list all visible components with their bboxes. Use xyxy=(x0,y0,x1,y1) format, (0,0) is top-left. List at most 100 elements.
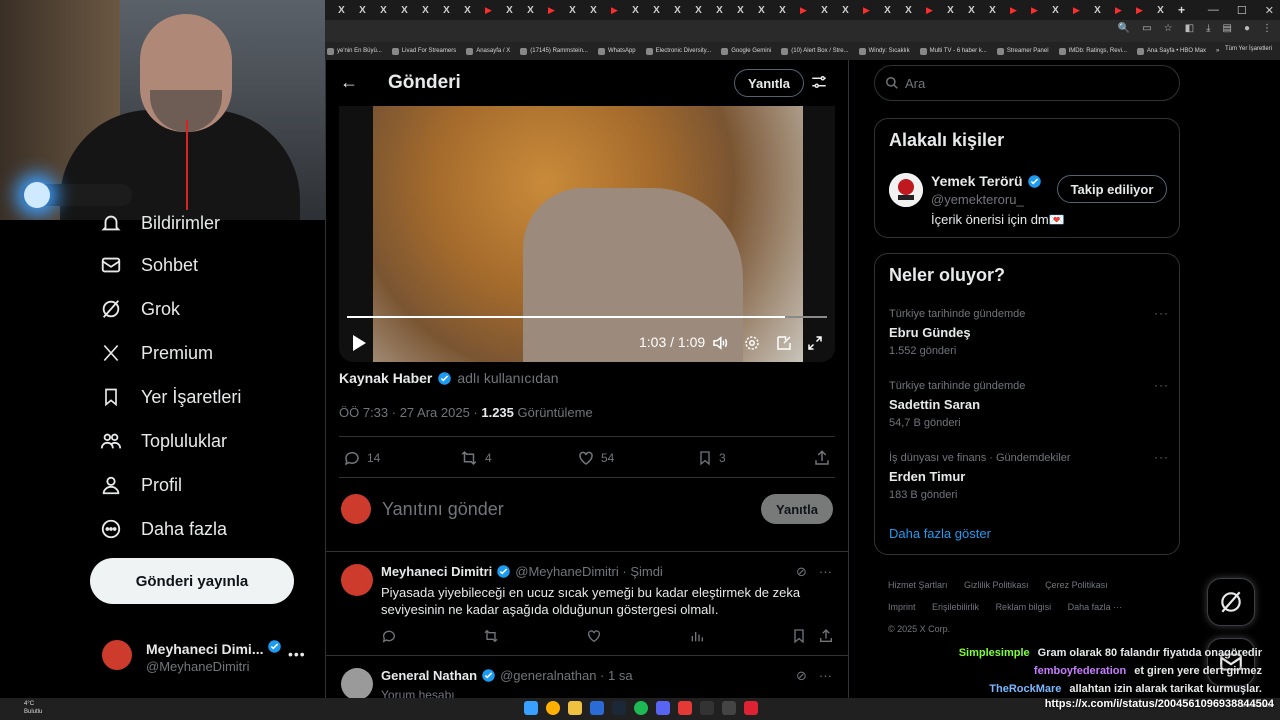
browser-tab[interactable]: X xyxy=(961,0,982,20)
browser-tab[interactable]: X xyxy=(751,0,772,20)
volume-icon[interactable] xyxy=(711,334,729,352)
download-icon[interactable]: ⤓ xyxy=(1206,23,1210,34)
back-arrow-icon[interactable]: ← xyxy=(340,72,358,93)
browser-tab[interactable]: X xyxy=(457,0,478,20)
avatar[interactable] xyxy=(341,668,373,698)
browser-tab[interactable]: ▶ xyxy=(541,0,562,20)
reply-icon[interactable] xyxy=(381,628,397,644)
browser-tab[interactable]: ▶ xyxy=(1024,0,1045,20)
video-player[interactable]: 1:03 / 1:09 xyxy=(339,106,835,362)
nav-item-grok[interactable]: Grok xyxy=(100,296,180,322)
grok-icon[interactable]: ⊘ xyxy=(796,564,807,580)
footer-link[interactable]: Erişilebilirlik xyxy=(932,602,979,612)
picture-in-picture-icon[interactable] xyxy=(775,334,793,352)
star-icon[interactable]: ☆ xyxy=(1164,23,1173,34)
repost-action[interactable]: 4 xyxy=(459,449,492,467)
reply-item[interactable]: Meyhaneci Dimitri @MeyhaneDimitri · Şimd… xyxy=(326,551,848,655)
discord-icon[interactable] xyxy=(656,701,670,715)
chrome-icon[interactable] xyxy=(546,701,560,715)
reply-author-name[interactable]: General Nathan xyxy=(381,668,477,683)
browser-tab[interactable]: X xyxy=(730,0,751,20)
bookmark-item[interactable]: Livad For Streamers xyxy=(391,47,456,55)
browser-tab[interactable]: X xyxy=(688,0,709,20)
browser-tab[interactable]: X xyxy=(772,0,793,20)
nav-item-notifications[interactable]: Bildirimler xyxy=(100,210,220,236)
browser-tab[interactable]: X xyxy=(520,0,541,20)
like-action[interactable]: 54 xyxy=(577,449,614,467)
browser-tab[interactable]: ▶ xyxy=(1108,0,1129,20)
browser-tab[interactable]: X xyxy=(646,0,667,20)
nav-item-profile[interactable]: Profil xyxy=(100,472,182,498)
avatar[interactable] xyxy=(341,564,373,596)
bookmark-action[interactable]: 3 xyxy=(697,449,726,467)
app-icon[interactable] xyxy=(744,701,758,715)
browser-tab[interactable]: X xyxy=(352,0,373,20)
nav-item-communities[interactable]: Topluluklar xyxy=(100,428,227,454)
browser-tab[interactable]: X xyxy=(583,0,604,20)
bookmark-item[interactable]: WhatsApp xyxy=(597,47,636,55)
more-icon[interactable]: ··· xyxy=(1154,306,1169,320)
analytics-icon[interactable] xyxy=(689,628,705,644)
nav-item-more[interactable]: Daha fazla xyxy=(100,516,227,542)
share-icon[interactable] xyxy=(818,628,834,644)
bookmark-item[interactable]: Electronic Diversity... xyxy=(645,47,711,55)
browser-tab[interactable]: X xyxy=(1045,0,1066,20)
browser-tab[interactable]: X xyxy=(1150,0,1171,20)
reply-input[interactable]: Yanıtını gönder xyxy=(382,499,504,520)
more-icon[interactable]: ··· xyxy=(1154,450,1169,464)
browser-tab[interactable]: X xyxy=(709,0,730,20)
bookmark-item[interactable]: Ana Sayfa • HBO Max xyxy=(1136,47,1206,55)
show-more-link[interactable]: Daha fazla göster xyxy=(889,526,991,541)
browser-address-bar[interactable]: 🔍 ▭ ☆ ◧ ⤓ ▤ ● ⋮ xyxy=(325,20,1280,42)
weather-widget[interactable]: 4°C Bulutlu xyxy=(24,700,42,716)
browser-tab[interactable]: X xyxy=(625,0,646,20)
browser-tab[interactable]: X xyxy=(499,0,520,20)
footer-link[interactable]: Imprint xyxy=(888,602,916,612)
browser-tab[interactable]: X xyxy=(436,0,457,20)
minimize-icon[interactable]: — xyxy=(1208,4,1219,16)
search-input[interactable]: Ara xyxy=(874,65,1180,101)
browser-tab[interactable]: X xyxy=(814,0,835,20)
folder-icon[interactable] xyxy=(568,701,582,715)
account-more-icon[interactable]: ••• xyxy=(288,646,306,662)
browser-tab[interactable]: ▶ xyxy=(478,0,499,20)
browser-tab[interactable]: X xyxy=(1087,0,1108,20)
play-icon[interactable] xyxy=(351,334,367,352)
browser-tab[interactable]: X xyxy=(562,0,583,20)
browser-tab[interactable]: X xyxy=(394,0,415,20)
browser-tab[interactable]: X xyxy=(982,0,1003,20)
messages-floating-button[interactable] xyxy=(1207,638,1255,686)
footer-link[interactable]: Gizlilik Politikası xyxy=(964,580,1029,590)
bookmark-item[interactable]: Windy: Sıcaklık xyxy=(858,47,910,55)
footer-link[interactable]: Daha fazla ··· xyxy=(1068,602,1123,612)
spotify-icon[interactable] xyxy=(634,701,648,715)
browser-menu-icon[interactable]: ⋮ xyxy=(1262,23,1272,34)
bookmark-item[interactable]: Anasayfa / X xyxy=(466,47,510,55)
following-button[interactable]: Takip ediliyor xyxy=(1057,175,1167,203)
source-name[interactable]: Kaynak Haber xyxy=(339,370,432,386)
heart-icon[interactable] xyxy=(586,628,602,644)
post-button[interactable]: Gönderi yayınla xyxy=(90,558,294,604)
sidebar-icon[interactable]: ▤ xyxy=(1223,23,1232,34)
reply-submit-button[interactable]: Yanıtla xyxy=(761,494,833,524)
nav-item-bookmarks[interactable]: Yer İşaretleri xyxy=(100,384,241,410)
browser-tab[interactable]: ▶ xyxy=(1003,0,1024,20)
post-timestamp[interactable]: ÖÖ 7:33 · 27 Ara 2025 · xyxy=(339,405,481,420)
all-bookmarks-link[interactable]: Tüm Yer İşaretleri xyxy=(1225,46,1272,52)
browser-tab[interactable]: ▶ xyxy=(604,0,625,20)
browser-profile-icon[interactable]: ● xyxy=(1244,23,1250,34)
account-switcher[interactable]: Meyhaneci Dimi... @MeyhaneDimitri ••• xyxy=(102,638,312,678)
browser-tab[interactable]: ▶ xyxy=(919,0,940,20)
browser-tab[interactable]: ▶ xyxy=(793,0,814,20)
nav-item-premium[interactable]: Premium xyxy=(100,340,213,366)
app-icon[interactable] xyxy=(590,701,604,715)
browser-tab[interactable]: ▶ xyxy=(1066,0,1087,20)
reply-author-name[interactable]: Meyhaneci Dimitri xyxy=(381,564,492,579)
footer-link[interactable]: Hizmet Şartları xyxy=(888,580,948,590)
cast-icon[interactable]: ▭ xyxy=(1142,23,1151,34)
person-name[interactable]: Yemek Terörü xyxy=(931,173,1042,189)
trend-item[interactable]: İş dünyası ve finans · Gündemdekiler Erd… xyxy=(889,450,1169,501)
more-icon[interactable]: ··· xyxy=(819,564,832,580)
reply-header-button[interactable]: Yanıtla xyxy=(734,69,804,97)
repost-icon[interactable] xyxy=(483,628,499,644)
